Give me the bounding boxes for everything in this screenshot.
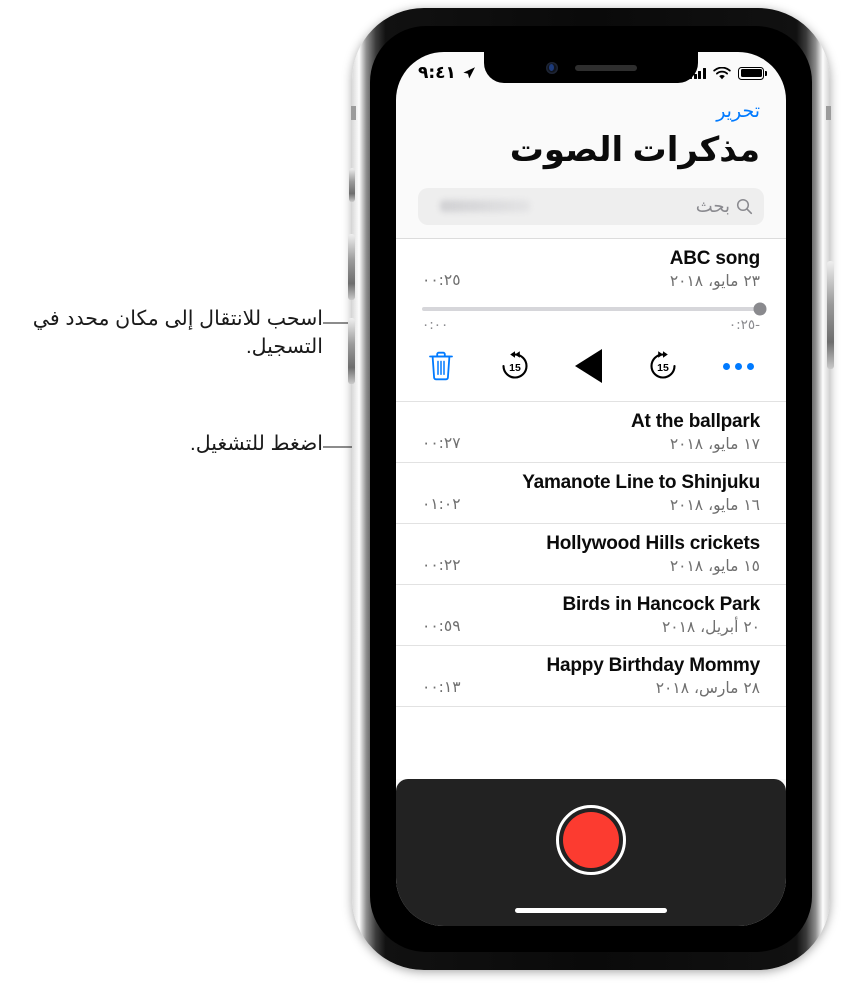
- volume-up-button[interactable]: [348, 234, 355, 300]
- memo-row[interactable]: Birds in Hancock Park ٢٠ أبريل، ٢٠١٨ ٠٠:…: [396, 585, 786, 646]
- skip-forward-15-button[interactable]: 15: [646, 349, 680, 383]
- memo-row-header: Hollywood Hills crickets ١٥ مايو، ٢٠١٨ ٠…: [422, 533, 760, 575]
- wifi-icon: [713, 66, 731, 79]
- home-indicator[interactable]: [515, 907, 667, 913]
- notch: [484, 52, 698, 83]
- antenna-band-right: [826, 106, 831, 120]
- memo-row[interactable]: Hollywood Hills crickets ١٥ مايو، ٢٠١٨ ٠…: [396, 524, 786, 585]
- memo-row-header: Yamanote Line to Shinjuku ١٦ مايو، ٢٠١٨ …: [422, 472, 760, 514]
- page-title: مذكرات الصوت: [509, 131, 761, 169]
- svg-text:15: 15: [509, 362, 521, 374]
- memo-title: Hollywood Hills crickets: [546, 533, 760, 554]
- memo-date: ١٧ مايو، ٢٠١٨: [669, 435, 760, 453]
- memo-row-header: Happy Birthday Mommy ٢٨ مارس، ٢٠١٨ ٠٠:١٣: [422, 655, 760, 697]
- navigation-bar: تحرير: [396, 100, 786, 123]
- antenna-band-left: [351, 106, 356, 120]
- memo-title: Yamanote Line to Shinjuku: [522, 472, 760, 493]
- memo-row[interactable]: At the ballpark ١٧ مايو، ٢٠١٨ ٠٠:٢٧: [396, 402, 786, 463]
- play-callout-text: اضغط للتشغيل.: [190, 432, 323, 455]
- play-icon: [575, 349, 602, 383]
- status-bar-indicators: [688, 66, 767, 80]
- scrubber-remaining-time: -٠:٢٥: [728, 317, 760, 333]
- memo-duration: ٠٠:٢٧: [422, 434, 461, 452]
- scrubber-thumb[interactable]: [753, 302, 767, 316]
- search-blurred-hint: [440, 200, 530, 212]
- memo-date: ٢٣ مايو، ٢٠١٨: [669, 272, 760, 290]
- record-button[interactable]: [556, 805, 626, 875]
- more-options-button[interactable]: [723, 362, 754, 370]
- memo-title: At the ballpark: [631, 411, 760, 432]
- memo-duration: ٠٠:١٣: [422, 678, 461, 696]
- memo-row-text: ABC song ٢٣ مايو، ٢٠١٨: [461, 248, 760, 290]
- memo-row-text: Yamanote Line to Shinjuku ١٦ مايو، ٢٠١٨: [461, 472, 760, 514]
- skip-back-15-icon: 15: [501, 351, 528, 379]
- memo-row-text: Hollywood Hills crickets ١٥ مايو، ٢٠١٨: [461, 533, 760, 575]
- memo-duration: ٠٠:٢٢: [422, 556, 461, 574]
- scrubber-callout-text: اسحب للانتقال إلى مكان محدد في التسجيل.: [32, 307, 323, 359]
- earpiece-speaker-icon: [574, 64, 637, 71]
- location-arrow-icon: [463, 67, 475, 79]
- memo-row-text: At the ballpark ١٧ مايو، ٢٠١٨: [461, 411, 760, 453]
- memo-date: ٢٨ مارس، ٢٠١٨: [655, 679, 760, 697]
- skip-back-15-button[interactable]: 15: [498, 349, 532, 383]
- memo-list[interactable]: ABC song ٢٣ مايو، ٢٠١٨ ٠٠:٢٥ -٠:٢٥ ٠:٠٠: [396, 238, 786, 779]
- memo-date: ١٥ مايو، ٢٠١٨: [669, 557, 760, 575]
- play-button[interactable]: [575, 349, 602, 383]
- edit-button[interactable]: تحرير: [716, 100, 760, 123]
- memo-row-header: ABC song ٢٣ مايو، ٢٠١٨ ٠٠:٢٥: [422, 248, 760, 290]
- volume-down-button[interactable]: [348, 318, 355, 384]
- memo-title: Happy Birthday Mommy: [546, 655, 761, 676]
- record-bar: [396, 779, 786, 926]
- status-bar-time-group: ٩:٤١: [418, 63, 476, 83]
- delete-button[interactable]: [428, 351, 454, 381]
- memo-duration: ٠١:٠٢: [422, 495, 461, 513]
- memo-row-text: Happy Birthday Mommy ٢٨ مارس، ٢٠١٨: [461, 655, 761, 697]
- status-bar-clock: ٩:٤١: [418, 63, 456, 83]
- silent-switch-button[interactable]: [349, 168, 355, 202]
- iphone-device-frame: ٩:٤١ تحرير مذكرات الصوت بحث ABC song ٢٣ …: [348, 8, 834, 970]
- front-camera-icon: [545, 61, 558, 74]
- device-bezel: ٩:٤١ تحرير مذكرات الصوت بحث ABC song ٢٣ …: [370, 26, 812, 952]
- search-input[interactable]: بحث: [418, 188, 764, 225]
- record-button-fill: [563, 812, 619, 868]
- search-icon: [736, 198, 753, 215]
- search-placeholder: بحث: [695, 196, 730, 216]
- skip-forward-15-icon: 15: [649, 351, 676, 379]
- memo-title: Birds in Hancock Park: [562, 594, 761, 615]
- memo-date: ٢٠ أبريل، ٢٠١٨: [661, 618, 760, 636]
- memo-duration: ٠٠:٥٩: [422, 617, 461, 635]
- memo-title: ABC song: [669, 248, 760, 269]
- scrubber-times: -٠:٢٥ ٠:٠٠: [422, 317, 760, 333]
- power-button[interactable]: [827, 261, 834, 369]
- scrubber-track[interactable]: [422, 302, 767, 316]
- device-screen: ٩:٤١ تحرير مذكرات الصوت بحث ABC song ٢٣ …: [396, 52, 786, 926]
- playback-controls: 15 15: [422, 333, 760, 397]
- memo-row[interactable]: Happy Birthday Mommy ٢٨ مارس، ٢٠١٨ ٠٠:١٣: [396, 646, 786, 707]
- memo-row-header: At the ballpark ١٧ مايو، ٢٠١٨ ٠٠:٢٧: [422, 411, 760, 453]
- memo-duration: ٠٠:٢٥: [422, 271, 461, 289]
- playback-scrubber[interactable]: -٠:٢٥ ٠:٠٠: [422, 302, 767, 333]
- memo-date: ١٦ مايو، ٢٠١٨: [669, 496, 760, 514]
- memo-row-text: Birds in Hancock Park ٢٠ أبريل، ٢٠١٨: [461, 594, 761, 636]
- memo-row[interactable]: Yamanote Line to Shinjuku ١٦ مايو، ٢٠١٨ …: [396, 463, 786, 524]
- memo-row-selected[interactable]: ABC song ٢٣ مايو، ٢٠١٨ ٠٠:٢٥ -٠:٢٥ ٠:٠٠: [396, 239, 786, 402]
- svg-text:15: 15: [657, 362, 669, 374]
- trash-icon: [429, 351, 453, 381]
- search-bar: بحث: [418, 188, 764, 225]
- battery-icon: [738, 66, 767, 80]
- memo-row-header: Birds in Hancock Park ٢٠ أبريل، ٢٠١٨ ٠٠:…: [422, 594, 760, 636]
- scrubber-elapsed-time: ٠:٠٠: [422, 317, 449, 333]
